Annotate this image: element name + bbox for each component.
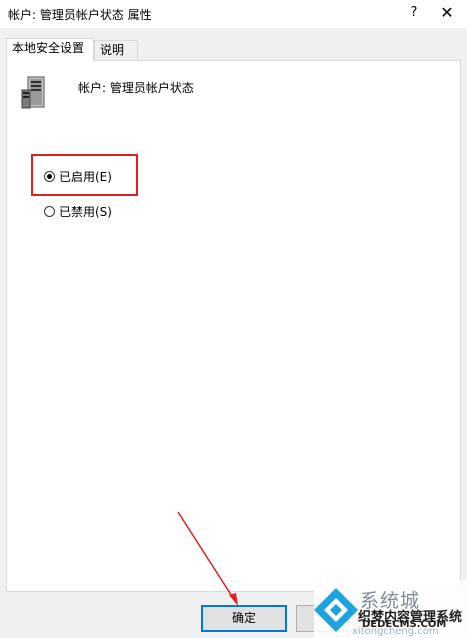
tab-panel [6, 60, 461, 592]
tab-local-security-setting[interactable]: 本地安全设置 [6, 38, 94, 61]
server-icon [21, 76, 45, 109]
help-button[interactable]: ? [404, 3, 424, 23]
disabled-label[interactable]: 已禁用(S) [59, 203, 112, 220]
disabled-radio[interactable] [44, 206, 55, 217]
window-title: 帐户: 管理员帐户状态 属性 [8, 8, 152, 22]
watermark-url-2: xitongcheng.com [352, 626, 439, 637]
highlight-annotation [31, 154, 138, 196]
title-bar: 帐户: 管理员帐户状态 属性 ? ✕ [0, 0, 467, 28]
tab-explain[interactable]: 说明 [94, 40, 138, 60]
ok-button[interactable]: 确定 [201, 605, 287, 632]
close-button[interactable]: ✕ [436, 3, 458, 23]
policy-name: 帐户: 管理员帐户状态 [78, 81, 194, 95]
disabled-option[interactable]: 已禁用(S) [44, 203, 112, 220]
